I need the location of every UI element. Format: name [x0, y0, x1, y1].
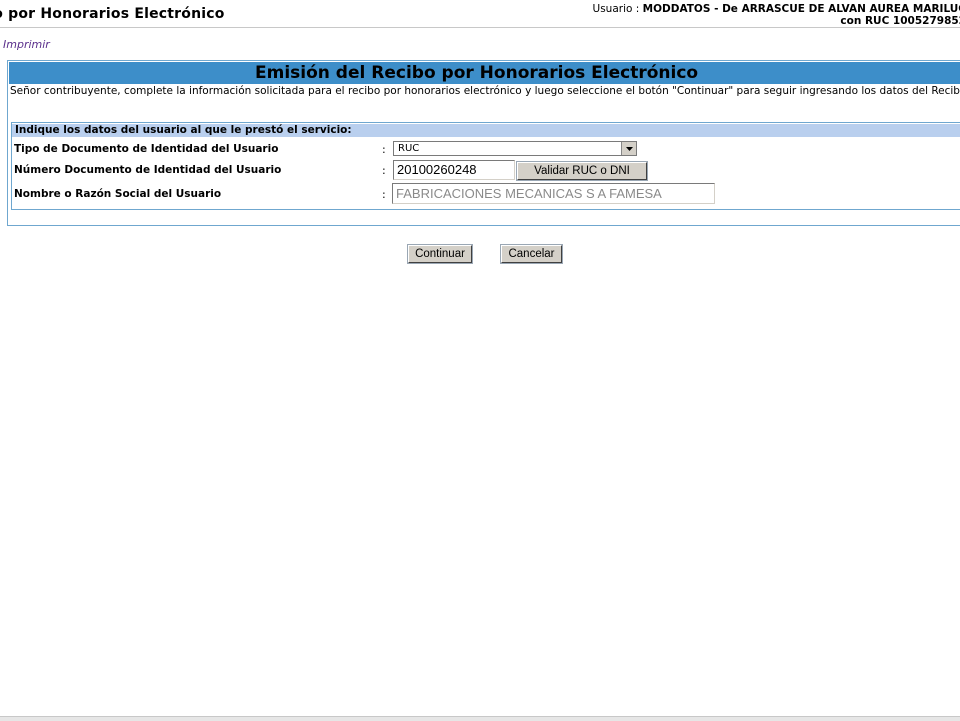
doc-type-value: RUC [398, 143, 420, 154]
name-input[interactable]: FABRICACIONES MECANICAS S A FAMESA [392, 183, 715, 204]
cancel-button[interactable]: Cancelar [501, 245, 562, 263]
user-info: Usuario : MODDATOS - De ARRASCUE DE ALVA… [593, 3, 960, 27]
doc-type-label: Tipo de Documento de Identidad del Usuar… [14, 143, 279, 155]
name-label: Nombre o Razón Social del Usuario [14, 188, 222, 200]
section-title: Indique los datos del usuario al que le … [12, 124, 960, 137]
doc-number-label: Número Documento de Identidad del Usuari… [14, 164, 282, 176]
top-bar: ibo por Honorarios Electrónico Usuario :… [0, 0, 960, 28]
page-title: ibo por Honorarios Electrónico [0, 6, 225, 22]
name-colon: : [382, 188, 386, 201]
doc-number-input[interactable]: 20100260248 [393, 160, 515, 180]
doc-number-colon: : [382, 164, 386, 177]
window-bottom-edge [0, 716, 960, 721]
continue-button[interactable]: Continuar [408, 245, 472, 263]
doc-type-select[interactable]: RUC [393, 141, 637, 156]
intro-text: Señor contribuyente, complete la informa… [10, 85, 960, 97]
panel-title: Emisión del Recibo por Honorarios Electr… [255, 63, 699, 83]
print-link[interactable]: Imprimir [3, 38, 50, 51]
panel-header: Emisión del Recibo por Honorarios Electr… [9, 62, 960, 84]
doc-type-colon: : [382, 143, 386, 156]
chevron-down-icon[interactable] [621, 142, 636, 155]
validate-ruc-button[interactable]: Validar RUC o DNI [517, 162, 647, 180]
user-value: MODDATOS - De ARRASCUE DE ALVAN AUREA MA… [642, 3, 960, 15]
user-label: Usuario : [592, 3, 640, 15]
ruc-line: con RUC 1005279852 [840, 15, 960, 27]
